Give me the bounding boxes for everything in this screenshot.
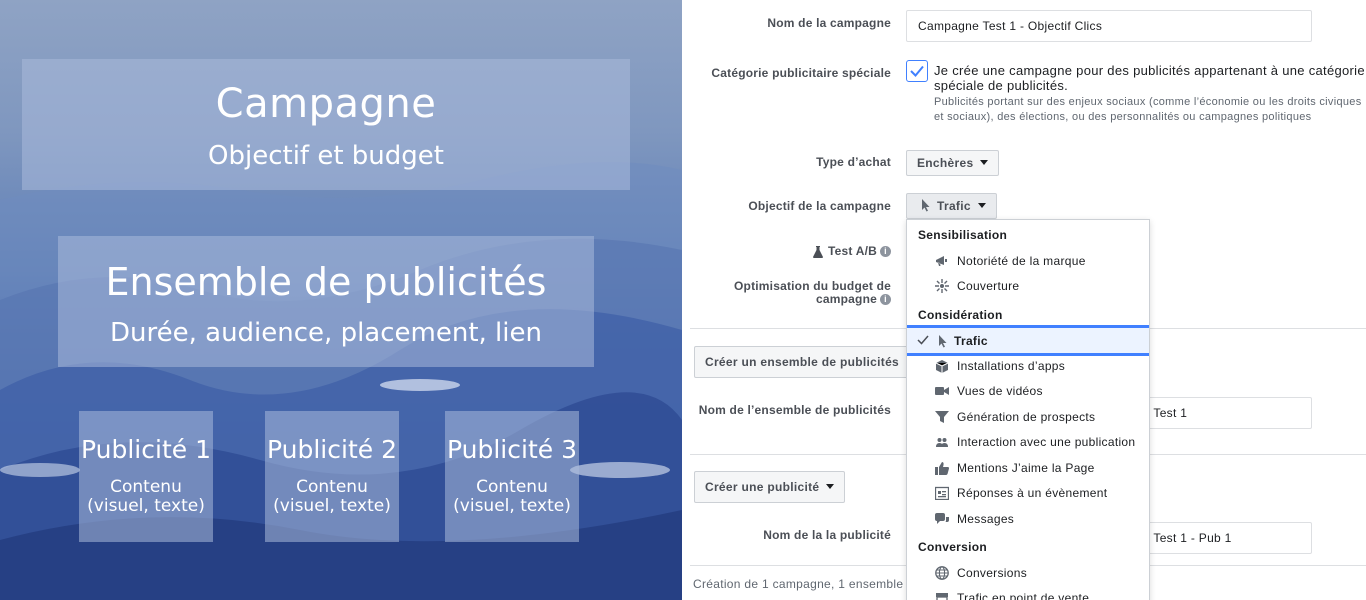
- campaign-name-input[interactable]: Campagne Test 1 - Objectif Clics: [906, 10, 1312, 42]
- store-icon: [936, 593, 948, 600]
- ad-level-title: Publicité 2: [267, 435, 397, 464]
- cursor-icon: [922, 199, 930, 212]
- ad-level-box: Publicité 1 Contenu (visuel, texte): [79, 411, 213, 542]
- hierarchy-illustration: Campagne Objectif et budget Ensemble de …: [0, 0, 682, 600]
- people-icon: [936, 438, 948, 447]
- ad-name-label: Nom de la la publicité: [763, 528, 891, 542]
- special-category-checkbox[interactable]: [906, 60, 928, 82]
- menu-item-conversions[interactable]: Conversions: [907, 561, 1149, 586]
- special-category-label: Catégorie publicitaire spéciale: [711, 66, 891, 80]
- campaign-name-label: Nom de la campagne: [767, 16, 891, 30]
- menu-item-traffic[interactable]: Trafic: [907, 325, 1149, 356]
- cursor-icon: [939, 335, 947, 348]
- budget-optimization-label: Optimisation du budget de campagne i: [734, 279, 891, 306]
- ad-level-title: Publicité 3: [447, 435, 577, 464]
- objective-menu: Sensibilisation Notoriété de la marque C…: [906, 219, 1150, 600]
- adset-name-label: Nom de l’ensemble de publicités: [698, 403, 891, 417]
- menu-item-page-likes[interactable]: Mentions J’aime la Page: [907, 456, 1149, 481]
- info-icon[interactable]: i: [880, 294, 891, 306]
- ad-level-box: Publicité 2 Contenu (visuel, texte): [265, 411, 399, 542]
- info-icon[interactable]: i: [880, 246, 891, 258]
- footer-summary: Création de 1 campagne, 1 ensemble de: [693, 577, 921, 591]
- menu-group-heading: Sensibilisation: [918, 228, 1008, 242]
- menu-item-event-responses[interactable]: Réponses à un évènement: [907, 481, 1149, 506]
- menu-item-store-traffic[interactable]: Trafic en point de vente: [907, 586, 1149, 600]
- event-icon: [935, 486, 949, 500]
- ad-level-box: Publicité 3 Contenu (visuel, texte): [445, 411, 579, 542]
- menu-item-reach[interactable]: Couverture: [907, 274, 1149, 299]
- campaign-level-box: Campagne Objectif et budget: [22, 59, 630, 190]
- menu-item-video-views[interactable]: Vues de vidéos: [907, 379, 1149, 404]
- megaphone-icon: [936, 256, 947, 266]
- globe-icon: [935, 566, 949, 580]
- campaign-form: Nom de la campagne Campagne Test 1 - Obj…: [682, 0, 1366, 600]
- ad-level-content: Contenu (visuel, texte): [87, 477, 205, 516]
- objective-label: Objectif de la campagne: [748, 199, 891, 213]
- ab-test-label: Test A/B i: [813, 244, 891, 258]
- special-category-description: Publicités portant sur des enjeux sociau…: [934, 96, 1362, 123]
- menu-item-engagement[interactable]: Interaction avec une publication: [907, 430, 1149, 455]
- buying-type-value: Enchères: [917, 156, 974, 170]
- objective-value: Trafic: [937, 199, 971, 213]
- video-icon: [935, 387, 949, 395]
- create-adset-dropdown[interactable]: Créer un ensemble de publicités: [694, 346, 926, 378]
- campaign-level-title: Campagne: [215, 81, 437, 127]
- checkmark-icon: [917, 335, 929, 345]
- buying-type-label: Type d’achat: [816, 155, 891, 169]
- ad-level-content: Contenu (visuel, texte): [273, 477, 391, 516]
- checkmark-icon: [910, 65, 924, 77]
- funnel-icon: [935, 411, 949, 423]
- reach-icon: [935, 279, 949, 293]
- ad-level-content: Contenu (visuel, texte): [453, 477, 571, 516]
- menu-group-heading: Conversion: [918, 540, 988, 554]
- caret-down-icon: [980, 160, 989, 166]
- adset-level-title: Ensemble de publicités: [105, 260, 547, 304]
- menu-group-heading: Considération: [918, 308, 1003, 322]
- menu-item-messages[interactable]: Messages: [907, 507, 1149, 532]
- box-icon: [935, 360, 949, 373]
- adset-level-subtitle: Durée, audience, placement, lien: [110, 318, 542, 348]
- flask-icon: [813, 245, 824, 258]
- buying-type-dropdown[interactable]: Enchères: [906, 150, 1000, 176]
- create-ad-dropdown[interactable]: Créer une publicité: [694, 471, 846, 503]
- ad-level-title: Publicité 1: [81, 435, 211, 464]
- special-category-text: Je crée une campagne pour des publicités…: [934, 63, 1365, 93]
- caret-down-icon: [977, 203, 986, 209]
- menu-item-app-installs[interactable]: Installations d’apps: [907, 354, 1149, 379]
- caret-down-icon: [826, 484, 835, 490]
- objective-dropdown[interactable]: Trafic: [906, 193, 997, 219]
- adset-level-box: Ensemble de publicités Durée, audience, …: [58, 236, 594, 367]
- thumbs-up-icon: [935, 462, 949, 475]
- chat-icon: [935, 513, 949, 524]
- menu-item-lead-generation[interactable]: Génération de prospects: [907, 405, 1149, 430]
- menu-item-brand-awareness[interactable]: Notoriété de la marque: [907, 249, 1149, 274]
- campaign-level-subtitle: Objectif et budget: [208, 141, 444, 171]
